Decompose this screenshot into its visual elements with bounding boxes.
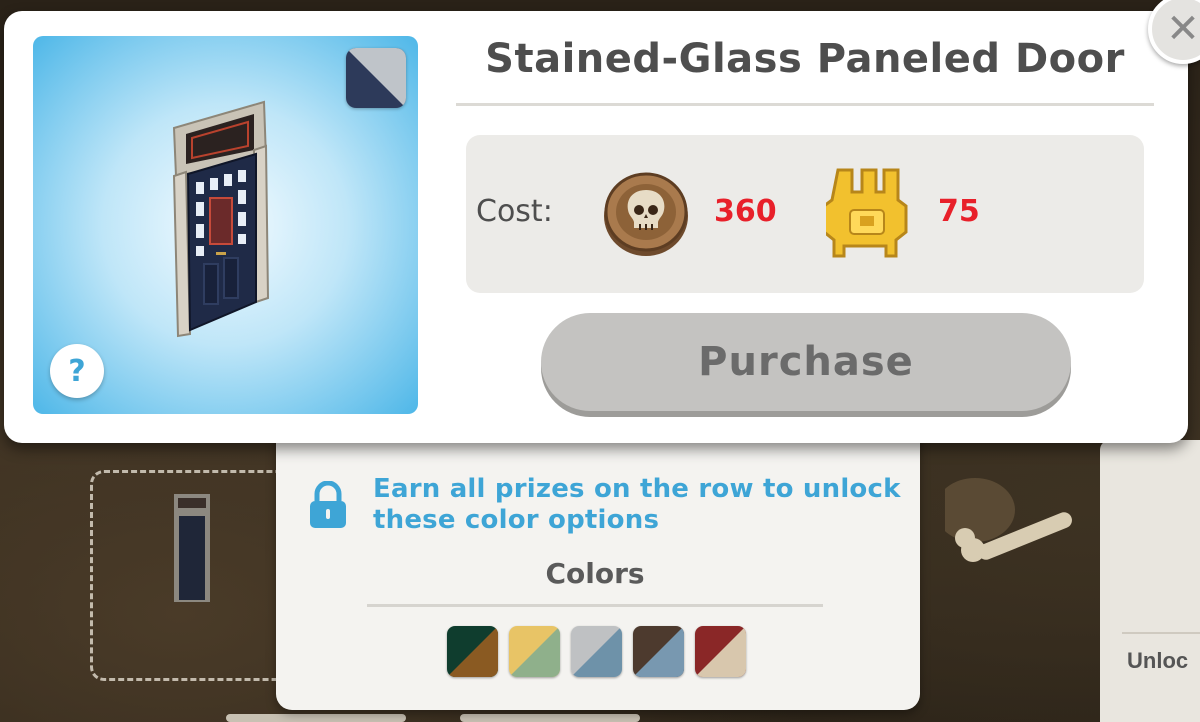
color-swatch[interactable] [447, 626, 498, 677]
lock-icon [310, 481, 346, 528]
color-swatch[interactable] [695, 626, 746, 677]
stained-glass-door-icon [172, 100, 270, 338]
skull-coin-icon [604, 172, 688, 256]
bottom-strip [460, 714, 640, 722]
title-divider [456, 103, 1154, 106]
cost-label: Cost: [476, 194, 553, 229]
side-panel-label: Unloc [1127, 648, 1189, 673]
current-color-swatch[interactable] [346, 48, 406, 108]
bone-decoration [945, 478, 1072, 562]
item-title: Stained-Glass Paneled Door [485, 36, 1125, 82]
color-swatch[interactable] [509, 626, 560, 677]
side-panel-divider [1122, 632, 1200, 634]
side-panel [1100, 440, 1200, 722]
color-swatch[interactable] [633, 626, 684, 677]
trophy-cost-value: 75 [938, 194, 980, 229]
unlock-colors-message: Earn all prizes on the row to unlock the… [373, 474, 901, 535]
golden-trophy-icon [826, 168, 908, 258]
slot-door-thumbnail [174, 494, 210, 602]
colors-title: Colors [545, 557, 645, 590]
bottom-strip [226, 714, 406, 722]
help-button[interactable]: ? [50, 344, 104, 398]
cost-box [466, 135, 1144, 293]
color-swatch[interactable] [571, 626, 622, 677]
close-icon: ✕ [1166, 6, 1200, 52]
purchase-button[interactable]: Purchase [541, 313, 1071, 411]
coin-cost-value: 360 [714, 194, 777, 229]
colors-divider [367, 604, 823, 607]
color-options [447, 626, 746, 677]
